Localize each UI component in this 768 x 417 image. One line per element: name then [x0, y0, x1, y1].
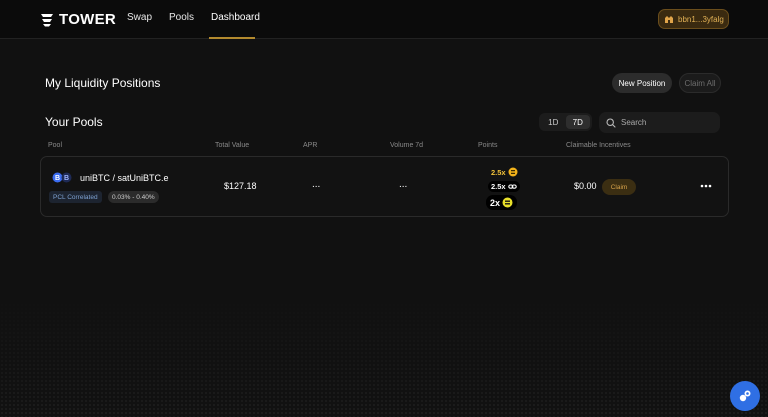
column-total-value: Total Value — [215, 142, 250, 149]
column-volume-7d: Volume 7d — [390, 142, 424, 149]
fee-range-badge: 0.03% - 0.40% — [108, 191, 159, 203]
link-icon — [507, 184, 517, 189]
column-claimable-incentives: Claimable Incentives — [566, 142, 631, 149]
tower-logo-icon — [41, 13, 53, 26]
green-coin-icon — [502, 197, 513, 208]
positions-title: My Liquidity Positions — [45, 76, 161, 90]
apr-value: ... — [312, 179, 321, 190]
nav-active-indicator — [209, 37, 255, 39]
volume-7d-value: ... — [399, 179, 408, 190]
column-apr: APR — [303, 142, 318, 149]
points-item: 2.5x — [488, 181, 520, 192]
new-position-button[interactable]: New Position — [612, 73, 672, 93]
points-item: 2x — [486, 195, 518, 210]
points-multiplier: 2.5x — [491, 182, 506, 191]
range-toggle: 1D 7D — [539, 113, 592, 131]
column-pool: Pool — [48, 142, 63, 149]
nav-dashboard[interactable]: Dashboard — [211, 12, 260, 23]
yellow-coin-icon — [508, 167, 518, 177]
more-horizontal-icon — [700, 184, 712, 188]
search-input[interactable] — [621, 118, 711, 127]
svg-text:B: B — [64, 175, 69, 182]
nav-pools[interactable]: Pools — [169, 12, 194, 23]
wallet-address: bbn1...3yfalg — [678, 14, 724, 24]
range-7d-button[interactable]: 7D — [565, 115, 590, 129]
range-1d-button[interactable]: 1D — [541, 115, 566, 129]
points-item: 2.5x — [491, 167, 518, 177]
wallet-button[interactable]: bbn1...3yfalg — [658, 9, 729, 29]
babylon-wallet-icon — [665, 15, 673, 23]
search-icon — [606, 117, 616, 128]
nav-swap[interactable]: Swap — [127, 12, 152, 23]
chat-icon — [739, 390, 751, 402]
search-box — [599, 112, 720, 133]
claim-all-button[interactable]: Claim All — [679, 73, 721, 93]
pools-title: Your Pools — [45, 115, 103, 129]
top-nav-bar: TOWER Swap Pools Dashboard bbn1...3yfalg — [0, 0, 768, 39]
total-value: $127.18 — [224, 181, 257, 191]
help-chat-button[interactable] — [730, 381, 760, 411]
points-multiplier: 2x — [490, 197, 501, 208]
pair-token-icons: B B — [52, 172, 72, 183]
pool-pair-name: uniBTC / satUniBTC.e — [80, 173, 169, 183]
column-points: Points — [478, 142, 498, 149]
svg-text:B: B — [55, 175, 60, 182]
brand-name: TOWER — [59, 11, 117, 28]
pool-type-badge: PCL Correlated — [49, 191, 102, 203]
claimable-value: $0.00 — [574, 181, 597, 191]
brand-logo[interactable]: TOWER — [39, 11, 116, 28]
points-list: 2.5x 2.5x 2x — [486, 166, 522, 210]
claim-button[interactable]: Claim — [602, 179, 636, 195]
points-multiplier: 2.5x — [491, 167, 506, 177]
table-row[interactable]: B B uniBTC / satUniBTC.e PCL Correlated … — [40, 156, 729, 217]
more-options-button[interactable] — [699, 179, 713, 193]
background-pattern — [0, 287, 768, 417]
